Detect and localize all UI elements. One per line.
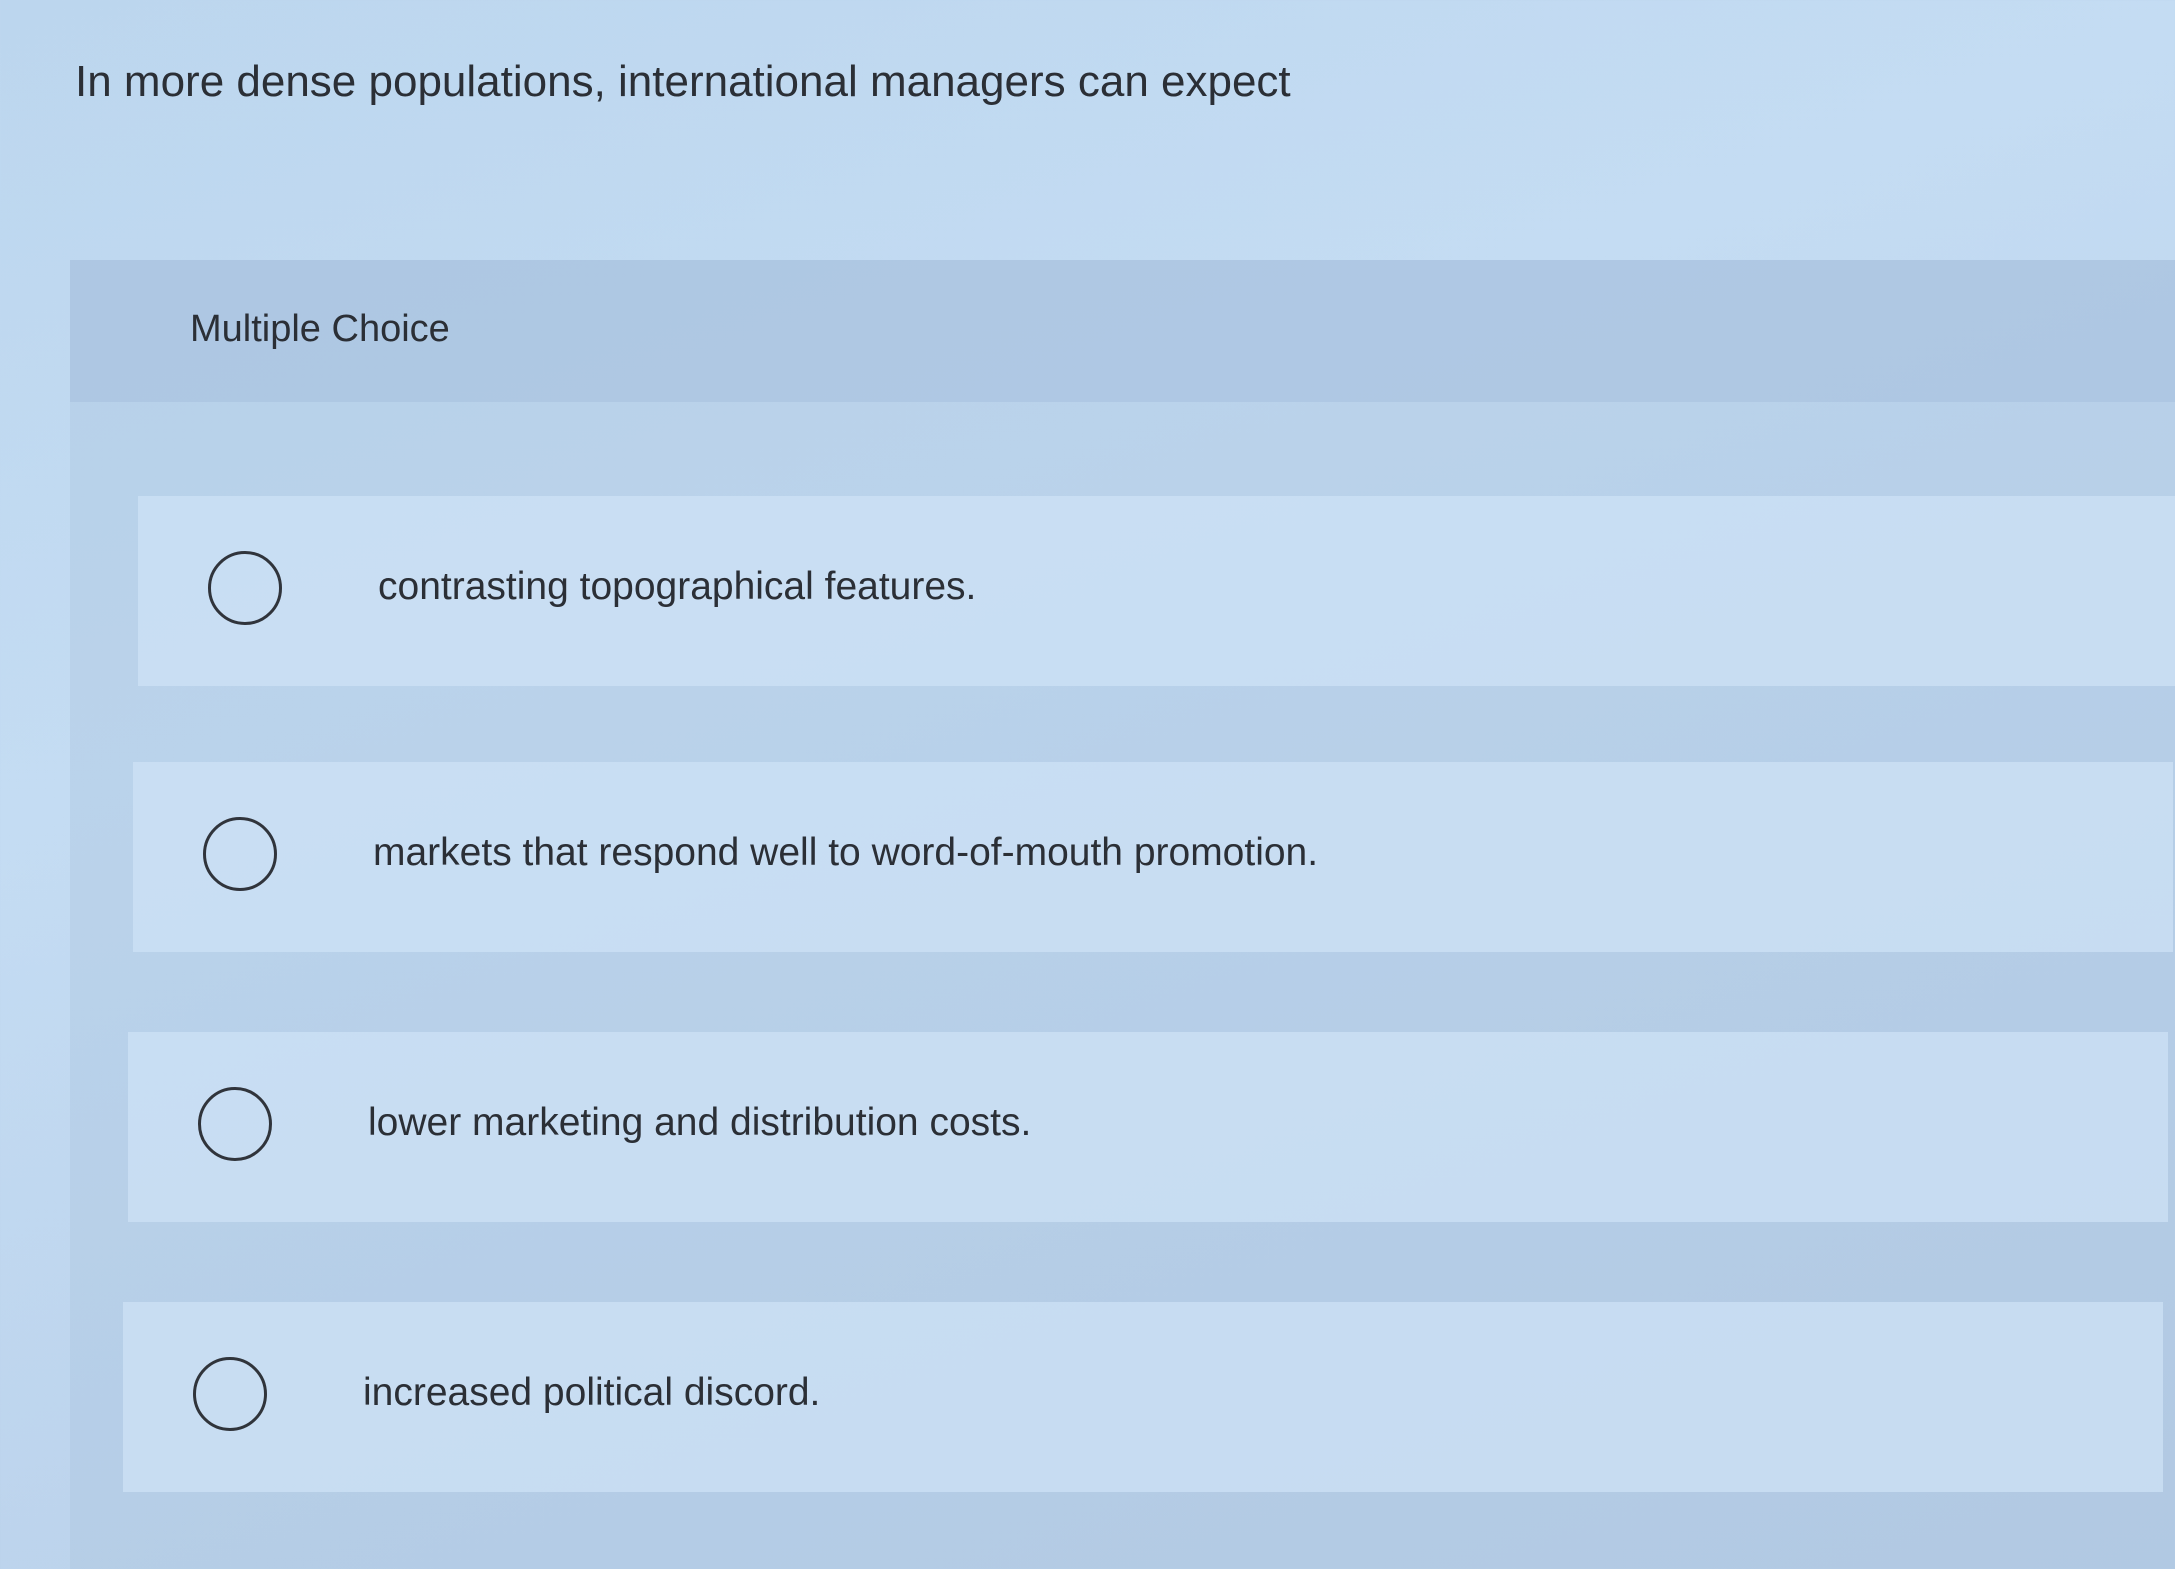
answer-option-1[interactable]: contrasting topographical features. xyxy=(138,496,2175,686)
option-label: increased political discord. xyxy=(363,1371,821,1414)
radio-button[interactable] xyxy=(193,1357,267,1431)
option-label: lower marketing and distribution costs. xyxy=(368,1101,1032,1144)
question-text: In more dense populations, international… xyxy=(75,57,1291,106)
multiple-choice-card: Multiple Choice contrasting topographica… xyxy=(70,260,2175,1569)
radio-button[interactable] xyxy=(203,817,277,891)
answer-option-2[interactable]: markets that respond well to word-of-mou… xyxy=(133,762,2173,952)
card-header: Multiple Choice xyxy=(70,260,2175,402)
option-label: contrasting topographical features. xyxy=(378,565,977,608)
answer-option-4[interactable]: increased political discord. xyxy=(123,1302,2163,1492)
option-label: markets that respond well to word-of-mou… xyxy=(373,831,1319,874)
question-type-label: Multiple Choice xyxy=(190,308,450,350)
radio-button[interactable] xyxy=(208,551,282,625)
answer-option-3[interactable]: lower marketing and distribution costs. xyxy=(128,1032,2168,1222)
radio-button[interactable] xyxy=(198,1087,272,1161)
